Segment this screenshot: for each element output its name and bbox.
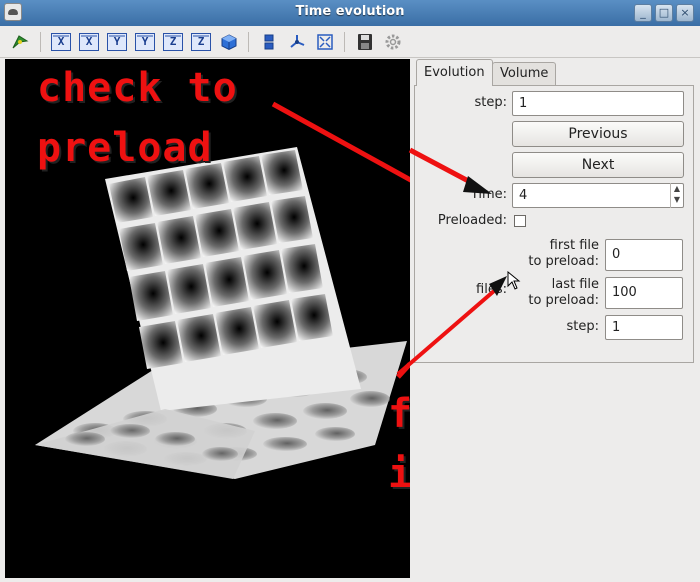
preloaded-label: Preloaded:: [437, 213, 507, 228]
time-value: 4: [519, 188, 528, 203]
time-down-icon[interactable]: ▼: [671, 194, 683, 205]
annotation-file-line2: indices: [388, 451, 410, 497]
toolbar-separator: [344, 32, 345, 52]
view-y-minus-button[interactable]: Y: [135, 33, 155, 51]
mouse-cursor-icon: [507, 271, 521, 290]
last-file-input[interactable]: 100: [605, 277, 683, 309]
title-bar: Time evolution _ □ ×: [0, 0, 700, 26]
axes-icon[interactable]: [287, 33, 307, 51]
close-button[interactable]: ×: [676, 4, 694, 22]
first-file-input[interactable]: 0: [605, 239, 683, 271]
maximize-button[interactable]: □: [655, 4, 673, 22]
layout-split-icon[interactable]: [259, 33, 279, 51]
interact-tool-icon[interactable]: [10, 33, 30, 51]
time-up-icon[interactable]: ▲: [671, 183, 683, 194]
last-file-label: last file to preload:: [528, 277, 599, 308]
next-button[interactable]: Next: [512, 152, 684, 178]
step-label: step:: [474, 95, 508, 110]
tab-evolution[interactable]: Evolution: [416, 59, 493, 86]
annotation-check-line2: preload: [37, 125, 213, 171]
annotation-check-line1: check to: [37, 65, 238, 111]
files-step-label: step:: [566, 319, 600, 334]
step-input[interactable]: 1: [512, 91, 684, 116]
render-viewport[interactable]: check to preload file indices: [5, 59, 410, 578]
control-panel: Evolution Volume step: 1 Previous Next T…: [414, 59, 695, 578]
window-title: Time evolution: [295, 4, 405, 19]
isometric-view-icon[interactable]: [219, 33, 239, 51]
toolbar: X X Y Y Z Z: [0, 26, 700, 58]
view-z-minus-button[interactable]: Z: [191, 33, 211, 51]
save-icon[interactable]: [355, 33, 375, 51]
toolbar-separator: [248, 32, 249, 52]
minimize-button[interactable]: _: [634, 4, 652, 22]
first-file-label: first file to preload:: [528, 238, 599, 269]
view-y-plus-button[interactable]: Y: [107, 33, 127, 51]
settings-gear-icon[interactable]: [383, 33, 403, 51]
time-label: Time:: [470, 187, 507, 202]
file-indices-arrow: [396, 362, 410, 379]
preloaded-checkbox[interactable]: [514, 215, 526, 227]
evolution-pane: step: 1 Previous Next Time: 4 ▲ ▼ Preloa…: [414, 85, 694, 363]
view-z-plus-button[interactable]: Z: [163, 33, 183, 51]
vertical-surface: [105, 147, 361, 411]
previous-button[interactable]: Previous: [512, 121, 684, 147]
view-x-plus-button[interactable]: X: [51, 33, 71, 51]
tab-volume[interactable]: Volume: [492, 62, 557, 86]
toolbar-separator: [40, 32, 41, 52]
fullscreen-icon[interactable]: [315, 33, 335, 51]
tab-bar: Evolution Volume: [414, 59, 695, 86]
time-spinbox[interactable]: 4 ▲ ▼: [512, 183, 684, 208]
annotation-file-line1: file: [388, 391, 410, 437]
files-label: files:: [476, 282, 507, 297]
time-stepper[interactable]: ▲ ▼: [670, 183, 683, 208]
view-x-minus-button[interactable]: X: [79, 33, 99, 51]
files-step-input[interactable]: 1: [605, 315, 683, 340]
